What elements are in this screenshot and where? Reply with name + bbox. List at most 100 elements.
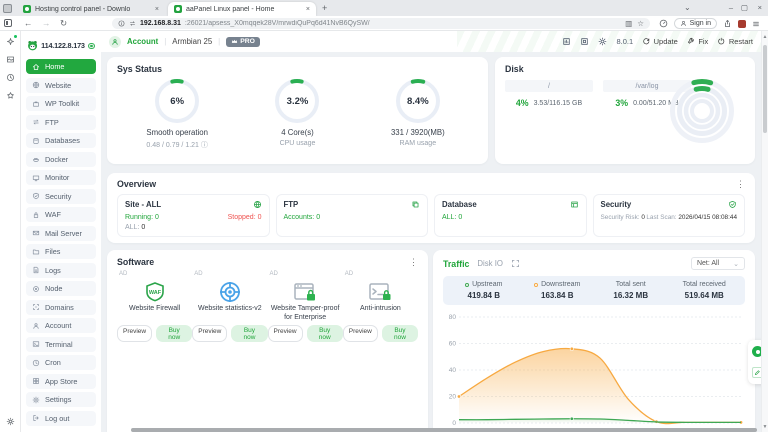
avatar[interactable] (109, 36, 121, 48)
scroll-up-icon[interactable]: ▲ (762, 34, 768, 40)
load-gauge[interactable]: 6% Smooth operation 0.48 / 0.79 / 1.21 ⓘ (122, 78, 232, 150)
tab-close-icon[interactable]: × (306, 6, 310, 13)
sign-in-button[interactable]: Sign in (674, 18, 717, 29)
favorites-star-icon[interactable] (6, 91, 15, 100)
pro-badge[interactable]: PRO (226, 37, 260, 47)
sidebar-item-account[interactable]: Account (26, 318, 96, 333)
browser-sidebar-toggle-icon[interactable] (4, 19, 12, 27)
preview-button[interactable]: Preview (268, 325, 303, 342)
overview-menu-icon[interactable]: ⋮ (736, 180, 745, 189)
traffic-tab[interactable]: Traffic (443, 259, 469, 269)
preview-button[interactable]: Preview (117, 325, 152, 342)
forward-icon[interactable]: → (42, 19, 51, 28)
sidebar-item-log-out[interactable]: Log out (26, 411, 96, 426)
buy-now-button[interactable]: Buy now (156, 325, 192, 342)
site-info-icon[interactable] (118, 20, 125, 27)
sidebar-collapse-toggle[interactable] (88, 43, 95, 49)
sidebar-item-logs[interactable]: Logs (26, 263, 96, 278)
address-bar[interactable]: 192.168.8.31 :26021/apsess_X0mqqek28V/mr… (112, 18, 650, 29)
window-maximize-button[interactable]: ▢ (741, 3, 748, 12)
person-icon (111, 38, 119, 46)
sidebar-item-waf[interactable]: WAF (26, 207, 96, 222)
sidebar-item-databases[interactable]: Databases (26, 133, 96, 148)
sidebar-item-monitor[interactable]: Monitor (26, 170, 96, 185)
scroll-down-icon[interactable]: ▼ (762, 424, 768, 430)
shield-icon (32, 192, 40, 200)
sidebar-item-docker[interactable]: Docker (26, 152, 96, 167)
sidebar-item-files[interactable]: Files (26, 244, 96, 259)
wrench-icon (687, 37, 696, 46)
overview-card-security[interactable]: Security Security Risk: 0 Last Scan: 202… (593, 194, 746, 237)
sidebar-item-domains[interactable]: Domains (26, 300, 96, 315)
sidebar-item-terminal[interactable]: Terminal (26, 337, 96, 352)
restart-button[interactable]: Restart (717, 37, 753, 46)
update-button[interactable]: Update (642, 37, 678, 46)
new-tab-button[interactable]: + (322, 3, 327, 13)
reload-icon[interactable]: ↻ (60, 19, 67, 28)
strip-settings-gear-icon[interactable] (0, 417, 20, 426)
sidebar-item-website[interactable]: Website (26, 78, 96, 93)
sidebar-item-node[interactable]: Node (26, 281, 96, 296)
software-menu-icon[interactable]: ⋮ (409, 258, 418, 267)
update-refresh-icon (642, 37, 651, 46)
extension-icon[interactable] (738, 20, 746, 28)
folder-icon (32, 248, 40, 256)
browser-menu-icon[interactable] (752, 20, 760, 28)
hscrollbar-thumb[interactable] (131, 428, 757, 432)
media-icon[interactable] (6, 55, 15, 64)
software-item-anti-intrusion[interactable]: AD Anti-intrusion PreviewBuy now (343, 269, 418, 342)
sidebar-item-mail-server[interactable]: Mail Server (26, 226, 96, 241)
overview-card-database[interactable]: Database ALL: 0 (434, 194, 587, 237)
buy-now-button[interactable]: Buy now (382, 325, 418, 342)
expand-icon[interactable] (511, 259, 520, 268)
software-item-tamper-proof[interactable]: AD Website Tamper-proof for Enterprise P… (268, 269, 343, 342)
vertical-scrollbar[interactable]: ▲ ▼ (761, 31, 768, 432)
performance-icon[interactable] (659, 19, 668, 28)
sidebar-item-cron[interactable]: Cron (26, 355, 96, 370)
history-clock-icon[interactable] (6, 73, 15, 82)
sidebar-item-settings[interactable]: Settings (26, 392, 96, 407)
preview-button[interactable]: Preview (192, 325, 227, 342)
disk-io-tab[interactable]: Disk IO (477, 259, 503, 268)
lock-icon (32, 211, 40, 219)
account-link[interactable]: Account (127, 37, 158, 46)
tab-hosting-panel[interactable]: Hosting control panel - Downlo × (17, 2, 165, 16)
report-chart-icon[interactable] (562, 37, 571, 46)
copilot-sparkle-icon[interactable] (6, 37, 15, 46)
sidebar-item-wp-toolkit[interactable]: WP Toolkit (26, 96, 96, 111)
ram-gauge[interactable]: 8.4% 331 / 3920(MB) RAM usage (363, 78, 473, 150)
bookmark-star-icon[interactable]: ☆ (637, 19, 644, 28)
info-icon[interactable]: ⓘ (201, 142, 208, 149)
buy-now-button[interactable]: Buy now (307, 325, 343, 342)
tab-search-chevron-icon[interactable]: ⌄ (684, 3, 691, 12)
reading-list-icon[interactable]: ▥ (625, 19, 632, 28)
fix-button[interactable]: Fix (687, 37, 709, 46)
window-minimize-button[interactable]: – (729, 3, 733, 12)
horizontal-scrollbar[interactable] (101, 428, 761, 432)
preview-button[interactable]: Preview (343, 325, 378, 342)
share-icon[interactable] (723, 19, 732, 28)
disk-mount-root[interactable]: / 4%3.53/116.15 GB (505, 80, 593, 108)
app-window-icon[interactable] (580, 37, 589, 46)
sidebar-item-app-store[interactable]: App Store (26, 374, 96, 389)
tab-actions-icon[interactable] (3, 4, 12, 13)
window-close-button[interactable]: × (758, 3, 762, 12)
scrollbar-thumb[interactable] (763, 45, 767, 133)
tab-close-icon[interactable]: × (155, 6, 159, 13)
cpu-gauge[interactable]: 3.2% 4 Core(s) CPU usage (242, 78, 352, 150)
sidebar-item-home[interactable]: Home (26, 59, 96, 74)
tab-aapanel-home[interactable]: aaPanel Linux panel - Home × (168, 2, 316, 16)
software-item-statistics[interactable]: AD Website statistics-v2 PreviewBuy now (192, 269, 267, 342)
sidebar-item-security[interactable]: Security (26, 189, 96, 204)
statistics-target-icon (218, 280, 242, 304)
sidebar-item-ftp[interactable]: FTP (26, 115, 96, 130)
overview-card-ftp[interactable]: FTP Accounts: 0 (276, 194, 429, 237)
buy-now-button[interactable]: Buy now (231, 325, 267, 342)
net-select[interactable]: Net: All ⌄ (691, 257, 745, 270)
theme-sun-icon[interactable] (598, 37, 607, 46)
overview-card-site[interactable]: Site - ALL Running: 0 Stopped: 0 ALL: 0 (117, 194, 270, 237)
back-icon[interactable]: ← (24, 19, 33, 28)
tamper-proof-icon (292, 280, 318, 304)
panel-version[interactable]: 8.0.1 (616, 37, 633, 46)
software-item-website-firewall[interactable]: AD WAF Website Firewall PreviewBuy now (117, 269, 192, 342)
